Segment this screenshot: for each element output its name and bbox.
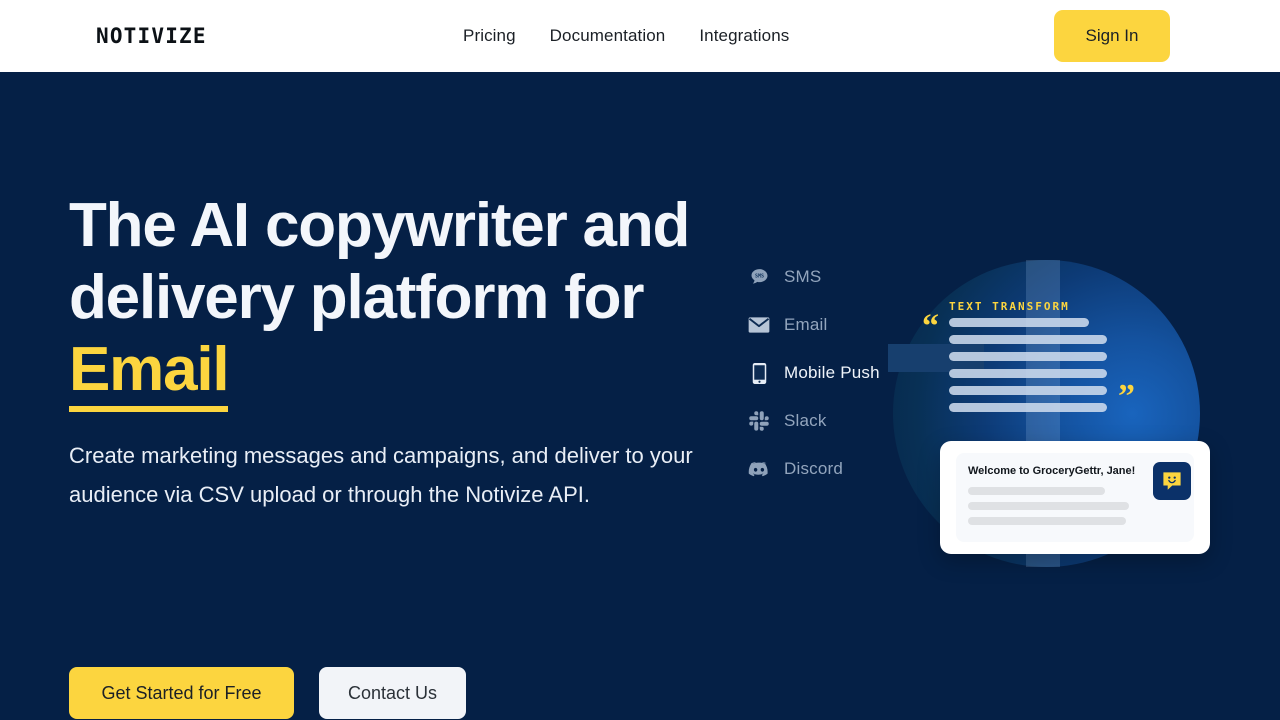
hero-section: TEXT TRANSFORM “ ” Welcome to GroceryGet…: [0, 72, 1280, 720]
logo-notivize[interactable]: NOTIVIZE: [96, 24, 207, 48]
channel-label: Discord: [784, 459, 844, 478]
smiley-chat-bubble-icon: [1153, 462, 1191, 500]
get-started-button[interactable]: Get Started for Free: [69, 667, 294, 719]
channel-label: SMS: [784, 267, 822, 286]
slack-icon: [748, 409, 770, 433]
channel-label: Email: [784, 315, 828, 334]
headline-accent-email: Email: [69, 335, 230, 412]
nav-item-documentation[interactable]: Documentation: [550, 26, 666, 46]
placeholder-bar: [949, 403, 1107, 412]
placeholder-bar: [949, 335, 1107, 344]
quote-close-icon: ”: [1118, 378, 1135, 415]
notification-line: [968, 502, 1129, 510]
cta-button-row: Get Started for Free Contact Us: [69, 667, 466, 719]
placeholder-bar: [949, 352, 1107, 361]
channel-item-discord[interactable]: Discord: [748, 456, 880, 482]
channel-item-email[interactable]: Email: [748, 312, 880, 338]
notification-card: Welcome to GroceryGettr, Jane!: [940, 441, 1210, 554]
contact-us-button[interactable]: Contact Us: [319, 667, 466, 719]
channel-item-slack[interactable]: Slack: [748, 408, 880, 434]
placeholder-bar: [949, 386, 1107, 395]
svg-text:SMS: SMS: [754, 273, 763, 279]
headline-prefix: The AI copywriter and delivery platform …: [69, 191, 690, 332]
notification-title: Welcome to GroceryGettr, Jane!: [968, 465, 1136, 477]
nav-item-integrations[interactable]: Integrations: [699, 26, 789, 46]
placeholder-bar: [949, 369, 1107, 378]
notification-card-inner: Welcome to GroceryGettr, Jane!: [956, 453, 1194, 542]
channel-label: Mobile Push: [784, 363, 880, 382]
channel-list: SMS SMS Email Mobile Push Slack Discord: [748, 264, 880, 482]
channel-item-sms[interactable]: SMS SMS: [748, 264, 880, 290]
quote-open-icon: “: [922, 308, 939, 345]
hero-subheading: Create marketing messages and campaigns,…: [69, 443, 693, 507]
mobile-phone-icon: [748, 361, 770, 385]
channel-label: Slack: [784, 411, 827, 430]
notification-line: [968, 487, 1105, 495]
channel-item-mobile-push[interactable]: Mobile Push: [748, 360, 880, 386]
nav-item-pricing[interactable]: Pricing: [463, 26, 516, 46]
hero-content: The AI copywriter and delivery platform …: [69, 190, 709, 719]
main-navigation: Pricing Documentation Integrations: [463, 26, 789, 46]
site-header: NOTIVIZE Pricing Documentation Integrati…: [0, 0, 1280, 72]
sign-in-button[interactable]: Sign In: [1054, 10, 1170, 62]
envelope-icon: [748, 313, 770, 337]
placeholder-bar: [949, 318, 1089, 327]
notification-body-placeholder: [968, 487, 1129, 532]
placeholder-text-bars: [949, 318, 1107, 420]
discord-icon: [748, 457, 770, 481]
sms-bubble-icon: SMS: [748, 265, 770, 289]
notification-line: [968, 517, 1126, 525]
page-title: The AI copywriter and delivery platform …: [69, 190, 709, 412]
text-transform-label: TEXT TRANSFORM: [949, 300, 1070, 313]
